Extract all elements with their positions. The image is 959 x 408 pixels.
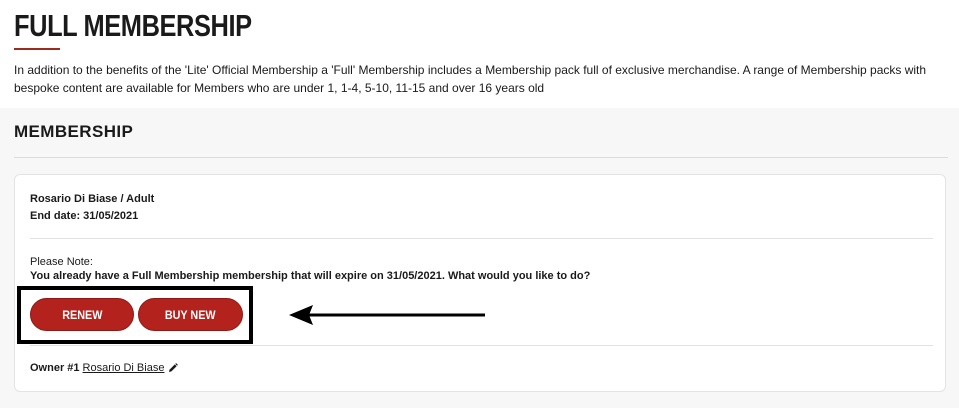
page-title: FULL MEMBERSHIP xyxy=(14,8,252,43)
renew-button[interactable]: RENEW xyxy=(30,298,134,331)
card-divider xyxy=(30,238,933,239)
section-title: MEMBERSHIP xyxy=(14,122,134,141)
member-name-type: Rosario Di Biase / Adult xyxy=(30,193,155,205)
buy-new-button[interactable]: BUY NEW xyxy=(138,298,243,331)
pencil-icon[interactable] xyxy=(168,363,179,373)
note-text: You already have a Full Membership membe… xyxy=(30,270,591,282)
owner-row: Owner #1 Rosario Di Biase xyxy=(30,362,179,374)
card-divider xyxy=(30,345,933,346)
owner-label: Owner #1 xyxy=(30,362,80,374)
renew-button-label: RENEW xyxy=(61,307,103,322)
header-area: FULL MEMBERSHIP In addition to the benef… xyxy=(0,0,959,108)
membership-card: Rosario Di Biase / Adult End date: 31/05… xyxy=(14,174,946,392)
intro-text: In addition to the benefits of the 'Lite… xyxy=(14,63,927,95)
buy-new-button-label: BUY NEW xyxy=(165,307,216,322)
title-underline xyxy=(14,48,60,50)
note-label: Please Note: xyxy=(30,256,93,268)
end-date: End date: 31/05/2021 xyxy=(30,210,139,222)
owner-name-link[interactable]: Rosario Di Biase xyxy=(83,362,165,374)
section-divider xyxy=(14,157,948,158)
membership-section: MEMBERSHIP Rosario Di Biase / Adult End … xyxy=(0,108,959,408)
arrow-annotation-icon xyxy=(289,305,485,325)
